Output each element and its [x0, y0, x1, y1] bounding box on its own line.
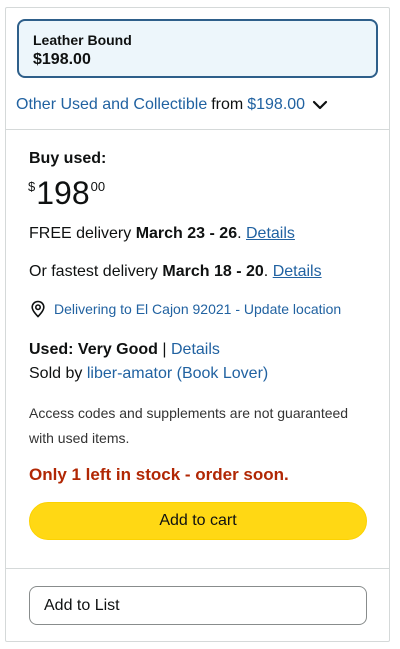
stock-warning: Only 1 left in stock - order soon.	[29, 465, 289, 484]
fastest-delivery-line: Or fastest delivery March 18 - 20. Detai…	[29, 261, 322, 283]
price-symbol: $	[28, 179, 36, 194]
condition-label: Used: Very Good	[29, 341, 158, 358]
fast-delivery-dates: March 18 - 20	[162, 263, 264, 280]
format-price: $198.00	[33, 51, 91, 68]
used-items-note: Access codes and supplements are not gua…	[29, 405, 349, 446]
condition-separator: |	[162, 341, 167, 358]
divider	[6, 568, 389, 569]
fast-delivery-prefix: Or fastest delivery	[29, 263, 158, 280]
sold-by-prefix: Sold by	[29, 365, 83, 382]
price-whole: 198	[36, 175, 90, 211]
other-used-link[interactable]: Other Used and Collectible	[16, 94, 207, 116]
format-name: Leather Bound	[33, 32, 132, 48]
used-price: $ 198 00	[28, 174, 105, 212]
condition-line: Used: Very Good | Details	[29, 339, 220, 361]
divider	[6, 129, 389, 130]
fast-delivery-details-link[interactable]: Details	[273, 263, 322, 280]
free-delivery-details-link[interactable]: Details	[246, 225, 295, 242]
other-used-price[interactable]: $198.00	[247, 94, 305, 116]
condition-details-link[interactable]: Details	[171, 341, 220, 358]
seller-link[interactable]: liber-amator (Book Lover)	[87, 365, 268, 382]
free-delivery-line: FREE delivery March 23 - 26. Details	[29, 223, 295, 245]
buy-used-heading: Buy used:	[29, 150, 107, 167]
delivery-location[interactable]: Delivering to El Cajon 92021 - Update lo…	[29, 300, 341, 318]
free-delivery-period: .	[237, 225, 242, 242]
location-pin-icon	[31, 300, 45, 318]
format-option-selected[interactable]: Leather Bound $198.00	[17, 19, 378, 78]
free-delivery-dates: March 23 - 26	[135, 225, 238, 242]
seller-line: Sold by liber-amator (Book Lover)	[29, 363, 268, 385]
delivery-location-link[interactable]: Delivering to El Cajon 92021 - Update lo…	[54, 301, 341, 317]
other-used-from: from	[211, 96, 244, 113]
fast-delivery-period: .	[263, 263, 269, 280]
add-to-cart-button[interactable]: Add to cart	[29, 502, 367, 540]
chevron-down-icon[interactable]	[311, 96, 329, 114]
other-used-row[interactable]: Other Used and Collectible from $198.00	[16, 94, 329, 116]
free-delivery-prefix: FREE delivery	[29, 225, 132, 242]
add-to-list-button[interactable]: Add to List	[29, 586, 367, 625]
price-fraction: 00	[90, 179, 106, 194]
